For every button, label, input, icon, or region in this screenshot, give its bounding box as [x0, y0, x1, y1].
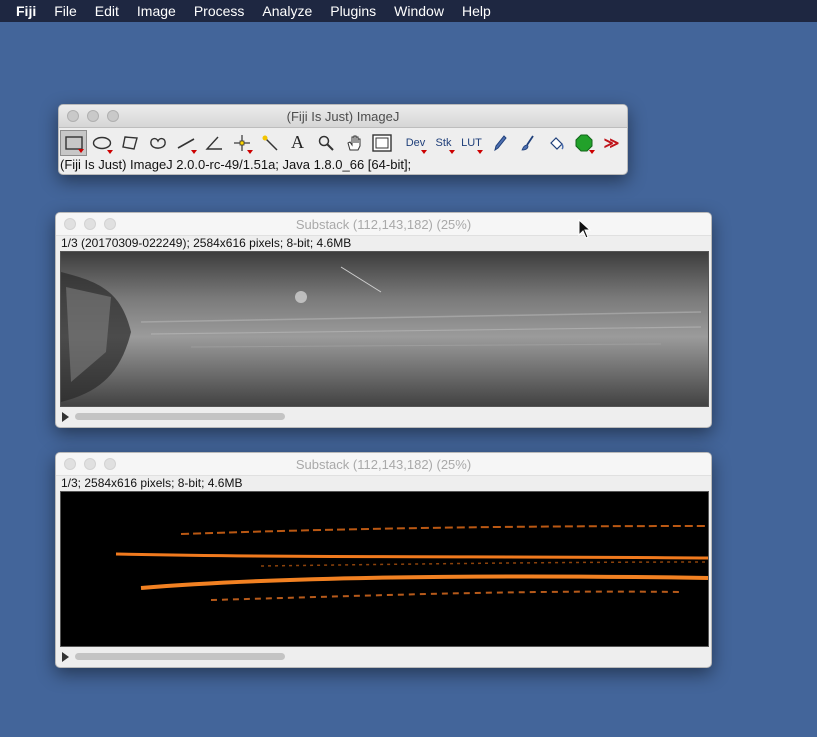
image-window-titlebar[interactable]: Substack (112,143,182) (25%) — [56, 213, 711, 236]
brush-tool[interactable] — [514, 130, 541, 156]
toolbar-window-title: (Fiji Is Just) ImageJ — [286, 108, 400, 124]
minimize-button[interactable] — [84, 218, 96, 230]
rectangle-icon — [64, 135, 83, 150]
mouse-cursor-icon — [578, 219, 592, 239]
slice-scrollbar-thumb[interactable] — [75, 413, 285, 420]
dev-tool[interactable]: Dev — [402, 130, 429, 156]
stack-slider — [56, 407, 711, 427]
window-controls — [64, 218, 116, 230]
image-window-processed: Substack (112,143,182) (25%) 1/3; 2584x6… — [55, 452, 712, 668]
wand-tool[interactable] — [256, 130, 283, 156]
angle-tool[interactable] — [200, 130, 227, 156]
line-icon — [177, 137, 194, 149]
menu-image[interactable]: Image — [128, 0, 185, 22]
magnifier-icon — [318, 135, 334, 151]
plugin-tool[interactable] — [570, 130, 597, 156]
toolbar-window-titlebar[interactable]: (Fiji Is Just) ImageJ — [59, 105, 627, 128]
stack-slider — [56, 647, 711, 667]
play-icon[interactable] — [62, 412, 69, 422]
freehand-tool[interactable] — [144, 130, 171, 156]
menu-analyze[interactable]: Analyze — [253, 0, 321, 22]
zoom-tool[interactable] — [312, 130, 339, 156]
close-button[interactable] — [64, 218, 76, 230]
menu-process[interactable]: Process — [185, 0, 254, 22]
minimize-button[interactable] — [84, 458, 96, 470]
image-info-line: 1/3 (20170309-022249); 2584x616 pixels; … — [61, 236, 352, 250]
image-canvas[interactable] — [60, 251, 709, 407]
menu-file[interactable]: File — [45, 0, 86, 22]
slice-scrollbar-thumb[interactable] — [75, 653, 285, 660]
menu-plugins[interactable]: Plugins — [321, 0, 385, 22]
image-canvas[interactable] — [60, 491, 709, 647]
tool-bar: A Dev Stk LUT ≫ — [59, 128, 627, 157]
color-picker-icon — [371, 133, 392, 152]
stk-tool[interactable]: Stk — [430, 130, 457, 156]
polygon-icon — [121, 135, 138, 150]
freehand-icon — [149, 137, 166, 149]
image-window-title: Substack (112,143,182) (25%) — [295, 216, 472, 232]
window-controls — [64, 458, 116, 470]
zoom-button[interactable] — [104, 458, 116, 470]
oval-icon — [92, 136, 111, 149]
color-picker-tool[interactable] — [368, 130, 395, 156]
menu-window[interactable]: Window — [385, 0, 453, 22]
polygon-tool[interactable] — [116, 130, 143, 156]
menu-fiji[interactable]: Fiji — [0, 0, 45, 22]
stk-label: Stk — [435, 136, 452, 149]
imagej-toolbar-window: (Fiji Is Just) ImageJ A Dev Stk LUT ≫ (F… — [58, 104, 628, 175]
menu-help[interactable]: Help — [453, 0, 500, 22]
lut-tool[interactable]: LUT — [458, 130, 485, 156]
text-a-icon: A — [291, 132, 304, 152]
dev-label: Dev — [405, 136, 426, 149]
image-window-grayscale: Substack (112,143,182) (25%) 1/3 (201703… — [55, 212, 712, 428]
pencil-icon — [493, 134, 507, 151]
menu-bar: Fiji File Edit Image Process Analyze Plu… — [0, 0, 817, 22]
hand-tool[interactable] — [340, 130, 367, 156]
paint-bucket-icon — [549, 136, 563, 150]
zoom-button[interactable] — [107, 110, 119, 122]
more-tools-button[interactable]: ≫ — [598, 130, 625, 156]
orange-trace-image — [61, 492, 708, 646]
flood-fill-tool[interactable] — [542, 130, 569, 156]
close-button[interactable] — [67, 110, 79, 122]
line-tool[interactable] — [172, 130, 199, 156]
magic-wand-icon — [262, 135, 278, 151]
close-button[interactable] — [64, 458, 76, 470]
menu-edit[interactable]: Edit — [86, 0, 128, 22]
rectangle-tool[interactable] — [60, 129, 87, 156]
image-info-line: 1/3; 2584x616 pixels; 8-bit; 4.6MB — [61, 476, 243, 490]
image-window-title: Substack (112,143,182) (25%) — [295, 456, 472, 472]
image-window-titlebar[interactable]: Substack (112,143,182) (25%) — [56, 453, 711, 476]
pencil-tool[interactable] — [486, 130, 513, 156]
minimize-button[interactable] — [87, 110, 99, 122]
window-controls — [67, 110, 119, 122]
lut-label: LUT — [461, 136, 482, 149]
play-icon[interactable] — [62, 652, 69, 662]
brush-icon — [520, 135, 534, 150]
oval-tool[interactable] — [88, 130, 115, 156]
point-tool[interactable] — [228, 130, 255, 156]
text-tool[interactable]: A — [284, 130, 311, 156]
angle-icon — [204, 136, 222, 150]
grayscale-image — [61, 252, 708, 406]
zoom-button[interactable] — [104, 218, 116, 230]
double-chevron-right-icon: ≫ — [603, 134, 620, 152]
status-bar: (Fiji Is Just) ImageJ 2.0.0-rc-49/1.51a;… — [60, 157, 412, 172]
hand-icon — [346, 135, 360, 150]
